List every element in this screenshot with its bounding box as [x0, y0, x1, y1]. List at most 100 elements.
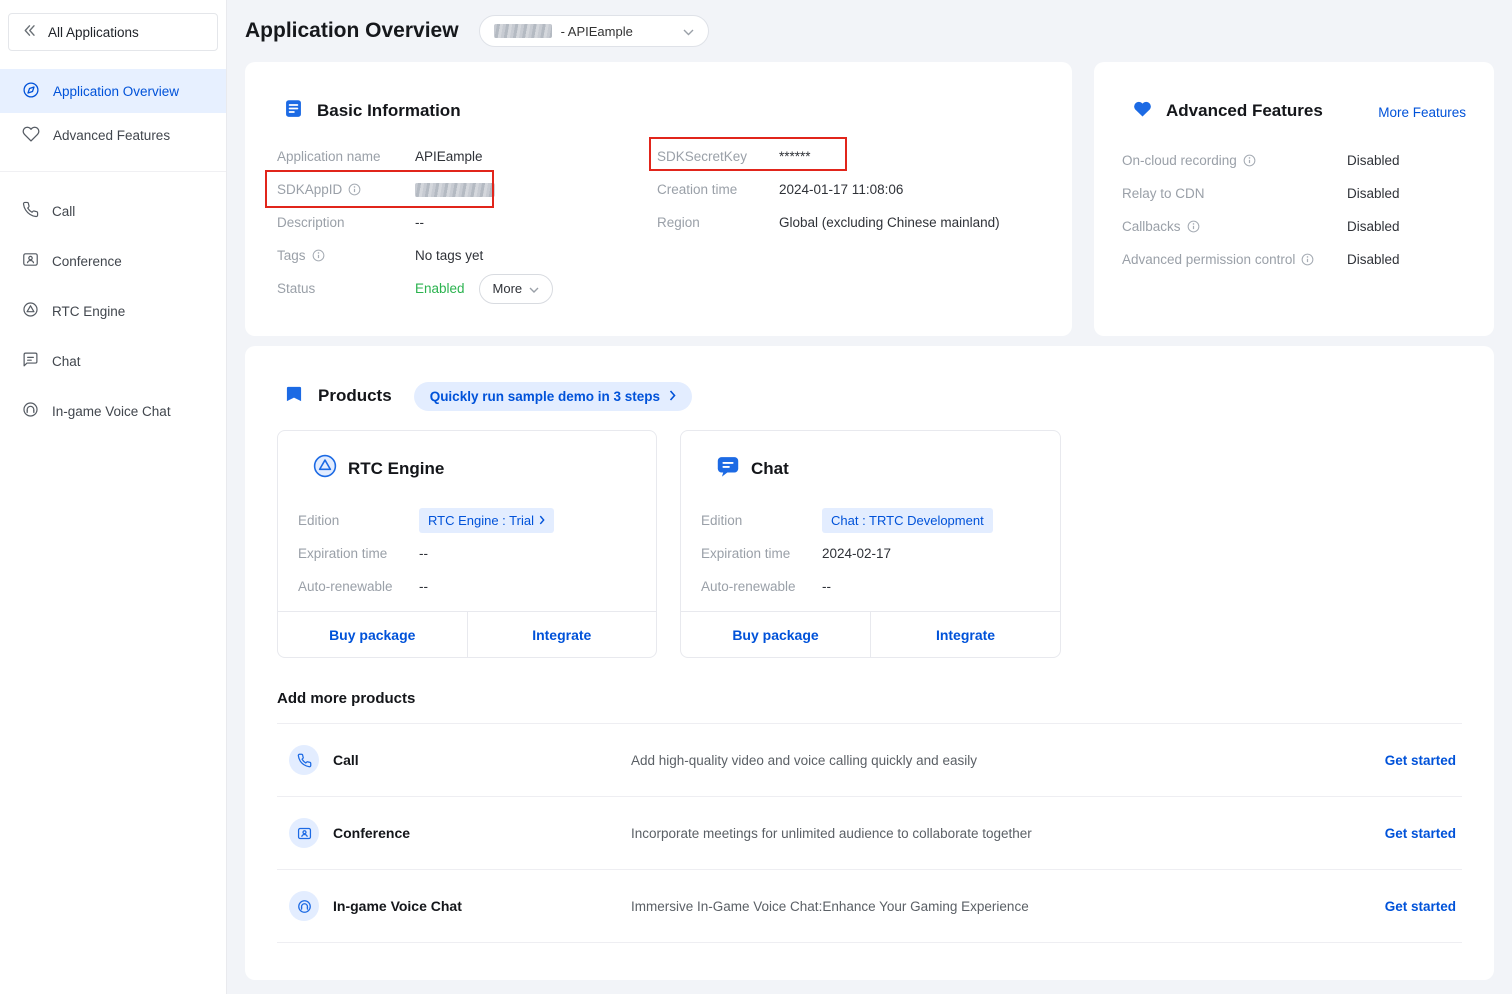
info-icon[interactable] [1187, 220, 1200, 233]
product-description: Add high-quality video and voice calling… [631, 753, 1385, 768]
sidebar-item-rtc-engine[interactable]: RTC Engine [0, 286, 226, 336]
status-label: Status [277, 281, 415, 296]
feature-row-callbacks: Callbacks Disabled [1122, 210, 1466, 243]
info-icon[interactable] [1301, 253, 1314, 266]
sidebar-item-call[interactable]: Call [0, 186, 226, 236]
creation-time-label: Creation time [657, 182, 779, 197]
feature-label: Relay to CDN [1122, 186, 1205, 201]
chevron-down-icon [683, 24, 694, 39]
feature-row-advanced-permission-control: Advanced permission control Disabled [1122, 243, 1466, 276]
edition-value-link[interactable]: RTC Engine : Trial [419, 508, 554, 533]
quick-demo-link[interactable]: Quickly run sample demo in 3 steps [414, 382, 692, 411]
feature-label: On-cloud recording [1122, 153, 1237, 168]
edition-row: Edition Chat : TRTC Development [701, 504, 1046, 537]
sidebar-item-label: Application Overview [53, 84, 179, 99]
buy-package-button[interactable]: Buy package [681, 612, 871, 657]
phone-icon [289, 745, 319, 775]
expiration-label: Expiration time [701, 546, 822, 561]
product-description: Incorporate meetings for unlimited audie… [631, 826, 1385, 841]
feature-label-group: Relay to CDN [1122, 186, 1347, 201]
sidebar-item-ingame-voice-chat[interactable]: In-game Voice Chat [0, 386, 226, 436]
game-voice-icon [22, 401, 39, 421]
sidebar-divider [0, 171, 226, 172]
add-more-products-title: Add more products [277, 690, 1462, 707]
chat-product-card: Chat Edition Chat : TRTC Development Exp… [680, 430, 1061, 658]
page-header: Application Overview - APIEample [245, 0, 1494, 62]
rtc-engine-card-title: RTC Engine [348, 459, 444, 479]
description-label: Description [277, 215, 415, 230]
feature-label-group: Callbacks [1122, 219, 1347, 234]
product-name: Conference [333, 825, 631, 841]
edition-value: RTC Engine : Trial [428, 513, 534, 528]
expiration-value: 2024-02-17 [822, 546, 891, 561]
sidebar-item-label: In-game Voice Chat [52, 404, 171, 419]
game-voice-icon [289, 891, 319, 921]
basic-information-title: Basic Information [317, 101, 461, 121]
chat-card-actions: Buy package Integrate [681, 611, 1060, 657]
advanced-features-rows: On-cloud recording Disabled Relay to CDN… [1122, 144, 1466, 276]
basic-information-card: Basic Information Application name APIEa… [245, 62, 1072, 336]
buy-package-button[interactable]: Buy package [278, 612, 468, 657]
list-item-call: Call Add high-quality video and voice ca… [277, 724, 1462, 797]
get-started-link[interactable]: Get started [1385, 753, 1462, 768]
edition-label: Edition [298, 513, 419, 528]
get-started-link[interactable]: Get started [1385, 899, 1462, 914]
status-more-button[interactable]: More [479, 274, 554, 304]
redacted-app-id [494, 24, 552, 38]
phone-icon [22, 201, 39, 221]
product-description: Immersive In-Game Voice Chat:Enhance You… [631, 899, 1385, 914]
all-applications-button[interactable]: All Applications [8, 13, 218, 51]
auto-renewable-row: Auto-renewable -- [701, 570, 1046, 603]
chat-icon [22, 351, 39, 371]
chat-bubble-icon [715, 453, 741, 484]
products-header: Products Quickly run sample demo in 3 st… [277, 382, 1462, 410]
region-label: Region [657, 215, 779, 230]
basic-info-icon [283, 98, 304, 124]
info-icon[interactable] [312, 249, 325, 262]
advanced-features-card: Advanced Features More Features On-cloud… [1094, 62, 1494, 336]
sdksecretkey-row: SDKSecretKey ****** [657, 140, 1057, 173]
chat-card-header: Chat [715, 453, 789, 484]
app-selector-dropdown[interactable]: - APIEample [479, 15, 709, 47]
application-name-row: Application name APIEample [277, 140, 637, 173]
status-row: Status Enabled More [277, 272, 637, 305]
sdksecretkey-label: SDKSecretKey [657, 149, 779, 164]
back-icon [22, 23, 37, 41]
sdkappid-value-redacted [415, 183, 495, 197]
feature-row-relay-to-cdn: Relay to CDN Disabled [1122, 177, 1466, 210]
description-row: Description -- [277, 206, 637, 239]
page-title: Application Overview [245, 19, 459, 43]
feature-label-group: On-cloud recording [1122, 153, 1347, 168]
description-value: -- [415, 215, 424, 230]
all-applications-label: All Applications [48, 25, 139, 40]
app-selector-value: - APIEample [561, 24, 633, 39]
feature-label-group: Advanced permission control [1122, 252, 1347, 267]
edition-value-link[interactable]: Chat : TRTC Development [822, 508, 993, 533]
feature-value: Disabled [1347, 153, 1400, 168]
info-icon[interactable] [348, 183, 361, 196]
conference-icon [22, 251, 39, 271]
application-name-value: APIEample [415, 149, 483, 164]
integrate-button[interactable]: Integrate [871, 612, 1060, 657]
list-item-ingame-voice-chat: In-game Voice Chat Immersive In-Game Voi… [277, 870, 1462, 943]
creation-time-row: Creation time 2024-01-17 11:08:06 [657, 173, 1057, 206]
sidebar-item-chat[interactable]: Chat [0, 336, 226, 386]
feature-label: Advanced permission control [1122, 252, 1295, 267]
expiration-row: Expiration time 2024-02-17 [701, 537, 1046, 570]
integrate-button[interactable]: Integrate [468, 612, 657, 657]
feature-value: Disabled [1347, 252, 1400, 267]
more-features-link[interactable]: More Features [1378, 105, 1466, 120]
rtc-engine-product-card: RTC Engine Edition RTC Engine : Trial Ex… [277, 430, 657, 658]
info-icon[interactable] [1243, 154, 1256, 167]
sidebar-item-advanced-features[interactable]: Advanced Features [0, 113, 226, 157]
top-cards-row: Basic Information Application name APIEa… [245, 62, 1494, 336]
sidebar-item-application-overview[interactable]: Application Overview [0, 69, 226, 113]
sdkappid-label: SDKAppID [277, 182, 342, 197]
basic-information-header: Basic Information [283, 98, 461, 124]
get-started-link[interactable]: Get started [1385, 826, 1462, 841]
sidebar-item-conference[interactable]: Conference [0, 236, 226, 286]
more-button-label: More [493, 281, 523, 296]
main-content: Application Overview - APIEample Basic I… [227, 0, 1512, 994]
expiration-label: Expiration time [298, 546, 419, 561]
auto-renewable-label: Auto-renewable [701, 579, 822, 594]
